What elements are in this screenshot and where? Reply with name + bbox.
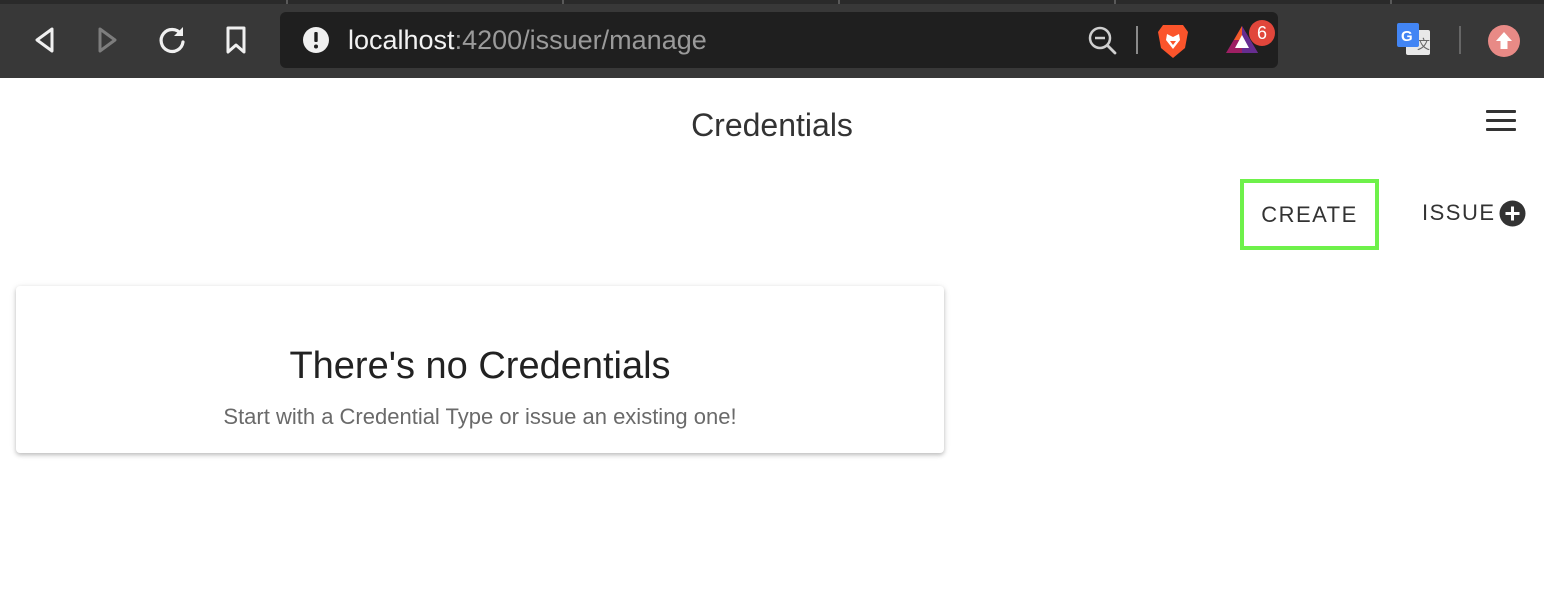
reload-icon [159, 27, 185, 54]
reload-button[interactable] [152, 20, 192, 60]
back-button[interactable] [24, 20, 64, 60]
profile-icon[interactable] [1487, 24, 1521, 58]
menu-bar [1486, 128, 1516, 131]
tab-strip [0, 0, 1544, 4]
url-path: :4200/issuer/manage [454, 25, 707, 55]
tab-separator [838, 0, 840, 4]
browser-toolbar: localhost:4200/issuer/manage 6 文 G [0, 0, 1544, 78]
translate-icon[interactable]: 文 G [1396, 22, 1432, 58]
issue-button-label: ISSUE [1422, 200, 1496, 225]
site-info-icon[interactable] [302, 26, 330, 54]
plus-circle-icon [1499, 200, 1526, 226]
zoom-out-icon[interactable] [1088, 26, 1118, 56]
url-host: localhost [348, 25, 455, 55]
tab-separator [1390, 0, 1392, 4]
forward-icon [98, 27, 117, 53]
create-button-label: CREATE [1261, 201, 1358, 227]
hamburger-menu-icon[interactable] [1486, 110, 1518, 136]
bookmark-icon [226, 26, 246, 54]
toolbar-divider [1459, 26, 1461, 54]
empty-state-title: There's no Credentials [289, 345, 671, 387]
forward-button[interactable] [88, 20, 128, 60]
brave-shields-icon[interactable] [1156, 22, 1190, 60]
tab-separator [286, 0, 288, 4]
bookmark-button[interactable] [216, 20, 256, 60]
address-bar[interactable]: localhost:4200/issuer/manage 6 [280, 12, 1278, 68]
menu-bar [1486, 110, 1516, 113]
menu-bar [1486, 119, 1516, 122]
tab-separator [1114, 0, 1116, 4]
page-title: Credentials [691, 107, 853, 143]
tab-separator [562, 0, 564, 4]
rewards-badge: 6 [1249, 20, 1275, 46]
create-button[interactable]: CREATE [1240, 179, 1379, 250]
url-text[interactable]: localhost:4200/issuer/manage [348, 24, 707, 56]
empty-state-card: There's no Credentials Start with a Cred… [16, 286, 944, 453]
address-bar-divider [1136, 26, 1138, 54]
svg-text:G: G [1401, 28, 1413, 45]
empty-state-subtitle: Start with a Credential Type or issue an… [223, 404, 737, 429]
issue-button[interactable]: ISSUE [1422, 196, 1526, 230]
back-icon [35, 27, 54, 53]
